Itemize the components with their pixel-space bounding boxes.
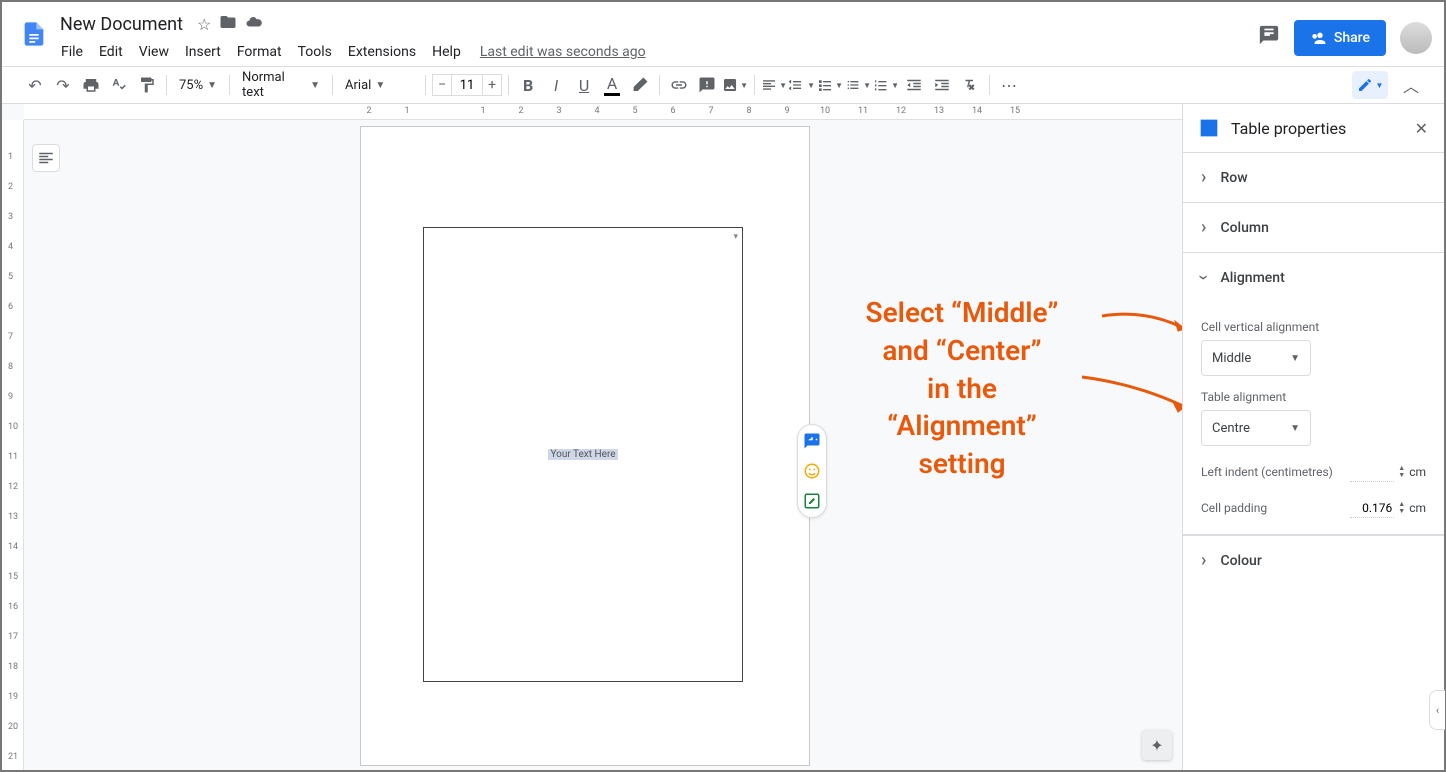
table-properties-sidebar: Table properties ✕ › Row › Column › Alig… [1182, 104, 1444, 770]
close-icon[interactable]: ✕ [1415, 119, 1428, 138]
link-icon[interactable] [666, 72, 692, 98]
zoom-dropdown[interactable]: 75%▼ [173, 72, 223, 98]
numbered-list-icon[interactable]: ▼ [873, 72, 899, 98]
toolbar: ↶ ↷ 75%▼ Normal text▼ Arial▼ − + B I U A… [2, 66, 1444, 104]
clear-format-icon[interactable] [957, 72, 983, 98]
side-panel-toggle-icon[interactable]: ‹ [1429, 690, 1445, 730]
menu-edit[interactable]: Edit [92, 40, 130, 64]
font-size-decrease[interactable]: − [432, 74, 452, 96]
menu-format[interactable]: Format [230, 40, 289, 64]
annotation-arrow-1 [1097, 304, 1182, 344]
print-icon[interactable] [78, 72, 104, 98]
comment-icon[interactable] [694, 72, 720, 98]
section-column[interactable]: › Column [1183, 202, 1444, 252]
cell-vertical-alignment-select[interactable]: Middle▼ [1201, 340, 1311, 376]
redo-icon[interactable]: ↷ [50, 72, 76, 98]
style-dropdown[interactable]: Normal text▼ [236, 72, 326, 98]
left-indent-row: Left indent (centimetres) ▲▼ cm [1201, 462, 1426, 482]
chevron-right-icon: › [1201, 167, 1206, 188]
sidebar-title: Table properties [1231, 119, 1403, 138]
font-size-input[interactable] [452, 74, 482, 96]
unit-label: cm [1409, 465, 1426, 479]
indent-decrease-icon[interactable] [901, 72, 927, 98]
menu-bar: File Edit View Insert Format Tools Exten… [54, 38, 1258, 66]
table-alignment-select[interactable]: Centre▼ [1201, 410, 1311, 446]
left-indent-input [1350, 462, 1394, 482]
section-row[interactable]: › Row [1183, 152, 1444, 202]
star-icon[interactable]: ☆ [197, 15, 211, 34]
font-dropdown[interactable]: Arial▼ [339, 72, 419, 98]
text-color-icon[interactable]: A [599, 72, 625, 98]
section-alignment[interactable]: › Alignment [1183, 252, 1444, 302]
bullet-list-icon[interactable]: ▼ [845, 72, 871, 98]
menu-file[interactable]: File [54, 40, 90, 64]
main-area: 21123456789101112131415 1234567891011121… [2, 104, 1444, 770]
table-icon [1199, 118, 1219, 138]
cell-padding-row: Cell padding ▲▼ cm [1201, 498, 1426, 518]
document-page[interactable]: ▾ Your Text Here [360, 126, 810, 766]
line-spacing-icon[interactable]: ▼ [789, 72, 815, 98]
paint-format-icon[interactable] [134, 72, 160, 98]
canvas-area: 21123456789101112131415 1234567891011121… [2, 104, 1182, 770]
annotation-arrow-2 [1077, 369, 1182, 419]
spellcheck-icon[interactable] [106, 72, 132, 98]
chevron-right-icon: › [1201, 217, 1206, 238]
menu-insert[interactable]: Insert [178, 40, 228, 64]
menu-help[interactable]: Help [425, 40, 468, 64]
title-area: New Document ☆ File Edit View Insert For… [54, 10, 1258, 66]
vertical-ruler: 12345678910111213141516171819202122 [2, 120, 24, 770]
menu-view[interactable]: View [132, 40, 176, 64]
horizontal-ruler: 21123456789101112131415 [24, 104, 1182, 120]
unit-label: cm [1409, 501, 1426, 515]
underline-icon[interactable]: U [571, 72, 597, 98]
italic-icon[interactable]: I [543, 72, 569, 98]
table-handle-icon[interactable]: ▾ [733, 232, 738, 242]
cell-padding-input[interactable] [1350, 498, 1394, 518]
table-cell-text[interactable]: Your Text Here [548, 449, 617, 460]
chevron-down-icon: › [1193, 275, 1214, 280]
more-icon[interactable]: ⋯ [996, 72, 1022, 98]
document-title[interactable]: New Document [54, 12, 189, 37]
cloud-status-icon[interactable] [245, 13, 263, 35]
stepper-icon[interactable]: ▲▼ [1398, 501, 1405, 515]
comments-icon[interactable] [1258, 24, 1280, 52]
bold-icon[interactable]: B [515, 72, 541, 98]
menu-extensions[interactable]: Extensions [341, 40, 423, 64]
share-label: Share [1334, 30, 1370, 46]
chevron-right-icon: › [1201, 550, 1206, 571]
editing-mode-button[interactable]: ▼ [1352, 71, 1388, 99]
cell-vertical-alignment-label: Cell vertical alignment [1201, 320, 1426, 334]
left-indent-label: Left indent (centimetres) [1201, 465, 1333, 479]
outline-toggle-icon[interactable] [32, 144, 60, 172]
menu-tools[interactable]: Tools [291, 40, 339, 64]
share-button[interactable]: Share [1294, 20, 1386, 56]
align-icon[interactable]: ▼ [761, 72, 787, 98]
explore-button-icon[interactable]: ✦ [1142, 730, 1172, 760]
checklist-icon[interactable]: ▼ [817, 72, 843, 98]
move-icon[interactable] [219, 13, 237, 35]
suggest-edit-icon[interactable] [802, 491, 822, 511]
header: New Document ☆ File Edit View Insert For… [2, 2, 1444, 66]
cell-padding-label: Cell padding [1201, 501, 1267, 515]
indent-increase-icon[interactable] [929, 72, 955, 98]
font-size-increase[interactable]: + [482, 74, 502, 96]
alignment-body: Cell vertical alignment Middle▼ Table al… [1183, 302, 1444, 534]
image-icon[interactable]: ▼ [722, 72, 748, 98]
collapse-toolbar-icon[interactable]: ︿ [1398, 72, 1424, 98]
user-avatar[interactable] [1400, 22, 1432, 54]
table-alignment-label: Table alignment [1201, 390, 1426, 404]
header-right: Share [1258, 20, 1432, 56]
last-edit-link[interactable]: Last edit was seconds ago [480, 44, 646, 60]
font-size-control: − + [432, 74, 502, 96]
highlight-icon[interactable] [627, 72, 653, 98]
sidebar-header: Table properties ✕ [1183, 104, 1444, 152]
document-table-cell[interactable]: ▾ Your Text Here [423, 227, 743, 682]
stepper-icon: ▲▼ [1398, 465, 1405, 479]
section-colour[interactable]: › Colour [1183, 535, 1444, 585]
docs-logo[interactable] [14, 14, 54, 54]
undo-icon[interactable]: ↶ [22, 72, 48, 98]
tutorial-annotation: Select “Middle” and “Center” in the “Ali… [812, 294, 1112, 483]
